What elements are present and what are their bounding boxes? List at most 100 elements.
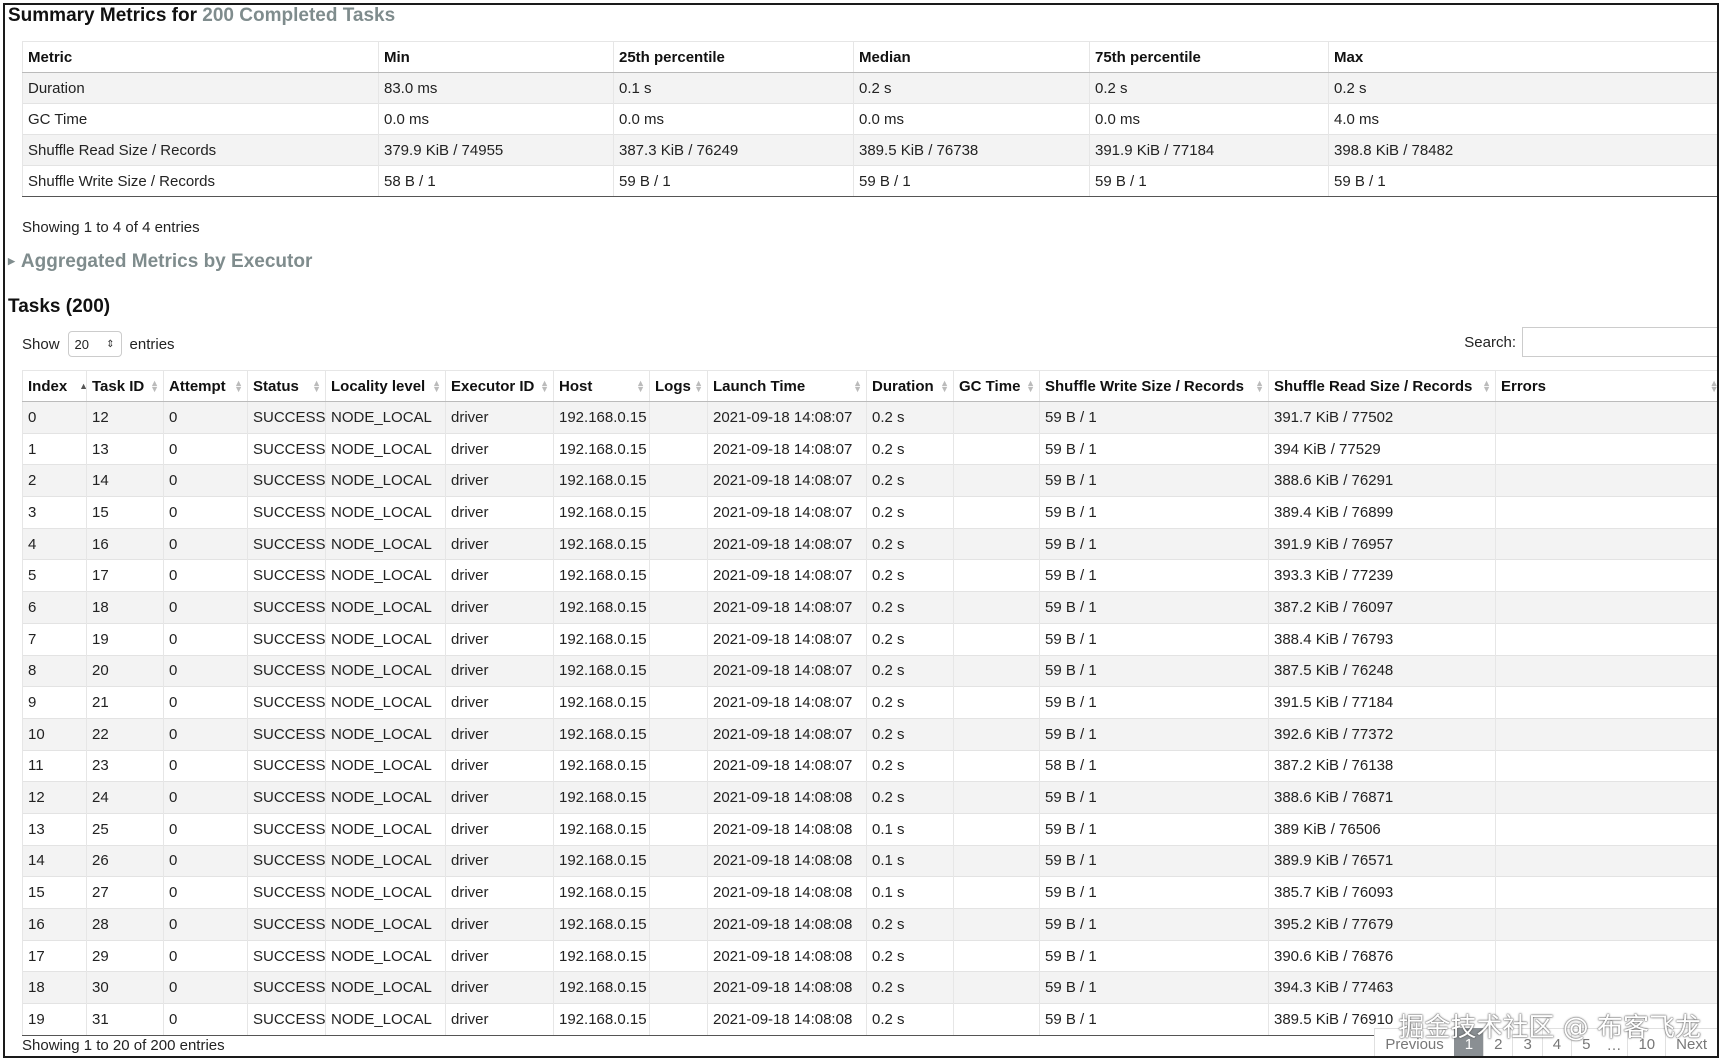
sort-icon: ▲ ▼ (312, 378, 321, 394)
task-cell-shuffle-write-size-records: 59 B / 1 (1039, 559, 1269, 592)
sort-icon: ▲ ▼ (853, 378, 862, 394)
column-header-index[interactable]: Index ▲ (22, 370, 87, 402)
task-cell-status: SUCCESS (247, 876, 326, 909)
task-cell-shuffle-read-size-records: 393.3 KiB / 77239 (1268, 559, 1496, 592)
column-header-shuffle-write-size-records[interactable]: Shuffle Write Size / Records ▲ ▼ (1039, 370, 1269, 402)
task-cell-task-id: 26 (86, 844, 164, 877)
task-cell-attempt: 0 (163, 464, 248, 497)
task-cell-task-id: 12 (86, 401, 164, 434)
column-header-logs[interactable]: Logs ▲ ▼ (649, 370, 708, 402)
task-cell-locality-level: NODE_LOCAL (325, 559, 446, 592)
task-cell-shuffle-write-size-records: 59 B / 1 (1039, 876, 1269, 909)
task-cell-host: 192.168.0.15 (553, 401, 650, 434)
task-cell-duration: 0.2 s (866, 527, 954, 560)
task-cell-shuffle-write-size-records: 59 B / 1 (1039, 496, 1269, 529)
task-cell-executor-id: driver (445, 686, 554, 719)
task-cell-shuffle-write-size-records: 59 B / 1 (1039, 686, 1269, 719)
summary-cell: 59 B / 1 (1089, 165, 1329, 197)
task-cell-attempt: 0 (163, 527, 248, 560)
task-cell-gc-time (953, 622, 1040, 655)
column-header-host[interactable]: Host ▲ ▼ (553, 370, 650, 402)
table-row: 11 23 0 SUCCESS NODE_LOCAL driver 192.168.0.15… (22, 749, 1717, 782)
task-cell-logs (649, 939, 708, 972)
task-cell-locality-level: NODE_LOCAL (325, 876, 446, 909)
search-input[interactable] (1522, 327, 1717, 357)
task-cell-attempt: 0 (163, 1003, 248, 1036)
task-cell-errors (1495, 496, 1717, 529)
column-header-duration[interactable]: Duration ▲ ▼ (866, 370, 954, 402)
task-cell-launch-time: 2021-09-18 14:08:08 (707, 971, 867, 1004)
summary-cell: 0.1 s (613, 72, 854, 104)
task-cell-duration: 0.1 s (866, 844, 954, 877)
column-header-task-id[interactable]: Task ID ▲ ▼ (86, 370, 164, 402)
task-cell-gc-time (953, 717, 1040, 751)
summary-header-75th-percentile: 75th percentile (1089, 41, 1329, 73)
column-header-errors[interactable]: Errors ▲ ▼ (1495, 370, 1719, 402)
summary-row: GC Time 0.0 ms 0.0 ms 0.0 ms 0.0 ms 4.0 ms (22, 103, 1717, 135)
task-cell-status: SUCCESS (247, 591, 326, 624)
task-cell-errors (1495, 876, 1717, 909)
table-row: 7 19 0 SUCCESS NODE_LOCAL driver 192.168.0.15 2… (22, 622, 1717, 655)
table-row: 17 29 0 SUCCESS NODE_LOCAL driver 192.168.0.15… (22, 939, 1717, 972)
task-cell-logs (649, 971, 708, 1004)
task-cell-shuffle-write-size-records: 59 B / 1 (1039, 844, 1269, 877)
summary-cell: 0.0 ms (1089, 103, 1329, 135)
task-cell-shuffle-read-size-records: 391.9 KiB / 76957 (1268, 527, 1496, 560)
task-cell-attempt: 0 (163, 971, 248, 1004)
task-cell-index: 0 (22, 401, 87, 434)
expand-triangle-icon: ▶ (8, 256, 15, 266)
task-cell-gc-time (953, 432, 1040, 465)
task-cell-logs (649, 844, 708, 877)
task-cell-status: SUCCESS (247, 496, 326, 529)
task-cell-attempt: 0 (163, 432, 248, 465)
task-cell-host: 192.168.0.15 (553, 622, 650, 655)
task-cell-launch-time: 2021-09-18 14:08:08 (707, 844, 867, 877)
task-cell-duration: 0.2 s (866, 908, 954, 941)
task-cell-host: 192.168.0.15 (553, 527, 650, 560)
task-cell-gc-time (953, 971, 1040, 1004)
task-cell-executor-id: driver (445, 654, 554, 687)
task-cell-shuffle-read-size-records: 392.6 KiB / 77372 (1268, 717, 1496, 751)
page-length-select[interactable]: 20 ⇕ (67, 331, 122, 357)
task-cell-executor-id: driver (445, 749, 554, 782)
task-cell-status: SUCCESS (247, 844, 326, 877)
column-header-label: GC Time (959, 377, 1021, 395)
summary-cell: Shuffle Read Size / Records (22, 134, 379, 166)
aggregated-metrics-toggle[interactable]: ▶ Aggregated Metrics by Executor (8, 251, 312, 273)
column-header-attempt[interactable]: Attempt ▲ ▼ (163, 370, 248, 402)
task-cell-index: 1 (22, 432, 87, 465)
task-cell-executor-id: driver (445, 1003, 554, 1036)
task-cell-status: SUCCESS (247, 1003, 326, 1036)
task-cell-index: 7 (22, 622, 87, 655)
task-cell-host: 192.168.0.15 (553, 717, 650, 751)
table-row: 4 16 0 SUCCESS NODE_LOCAL driver 192.168.0.15 2… (22, 527, 1717, 560)
task-cell-attempt: 0 (163, 401, 248, 434)
task-cell-executor-id: driver (445, 781, 554, 814)
sort-icon: ▲ ▼ (1709, 378, 1719, 394)
task-cell-gc-time (953, 1003, 1040, 1036)
task-cell-status: SUCCESS (247, 908, 326, 941)
column-header-status[interactable]: Status ▲ ▼ (247, 370, 326, 402)
task-cell-task-id: 23 (86, 749, 164, 782)
task-cell-logs (649, 527, 708, 560)
task-cell-index: 13 (22, 812, 87, 846)
task-cell-logs (649, 717, 708, 751)
task-cell-index: 18 (22, 971, 87, 1004)
column-header-label: Host (559, 377, 593, 395)
column-header-locality-level[interactable]: Locality level ▲ ▼ (325, 370, 446, 402)
task-cell-host: 192.168.0.15 (553, 496, 650, 529)
summary-title-accent: 200 Completed Tasks (202, 5, 396, 26)
column-header-gc-time[interactable]: GC Time ▲ ▼ (953, 370, 1040, 402)
task-cell-locality-level: NODE_LOCAL (325, 622, 446, 655)
task-cell-executor-id: driver (445, 908, 554, 941)
task-cell-task-id: 25 (86, 812, 164, 846)
column-header-executor-id[interactable]: Executor ID ▲ ▼ (445, 370, 554, 402)
table-row: 2 14 0 SUCCESS NODE_LOCAL driver 192.168.0.15 2… (22, 464, 1717, 497)
search-label: Search: (1464, 333, 1516, 351)
tasks-entries-info: Showing 1 to 20 of 200 entries (22, 1037, 225, 1054)
task-cell-index: 8 (22, 654, 87, 687)
column-header-launch-time[interactable]: Launch Time ▲ ▼ (707, 370, 867, 402)
task-cell-task-id: 29 (86, 939, 164, 972)
summary-cell: 83.0 ms (378, 72, 614, 104)
column-header-shuffle-read-size-records[interactable]: Shuffle Read Size / Records ▲ ▼ (1268, 370, 1496, 402)
